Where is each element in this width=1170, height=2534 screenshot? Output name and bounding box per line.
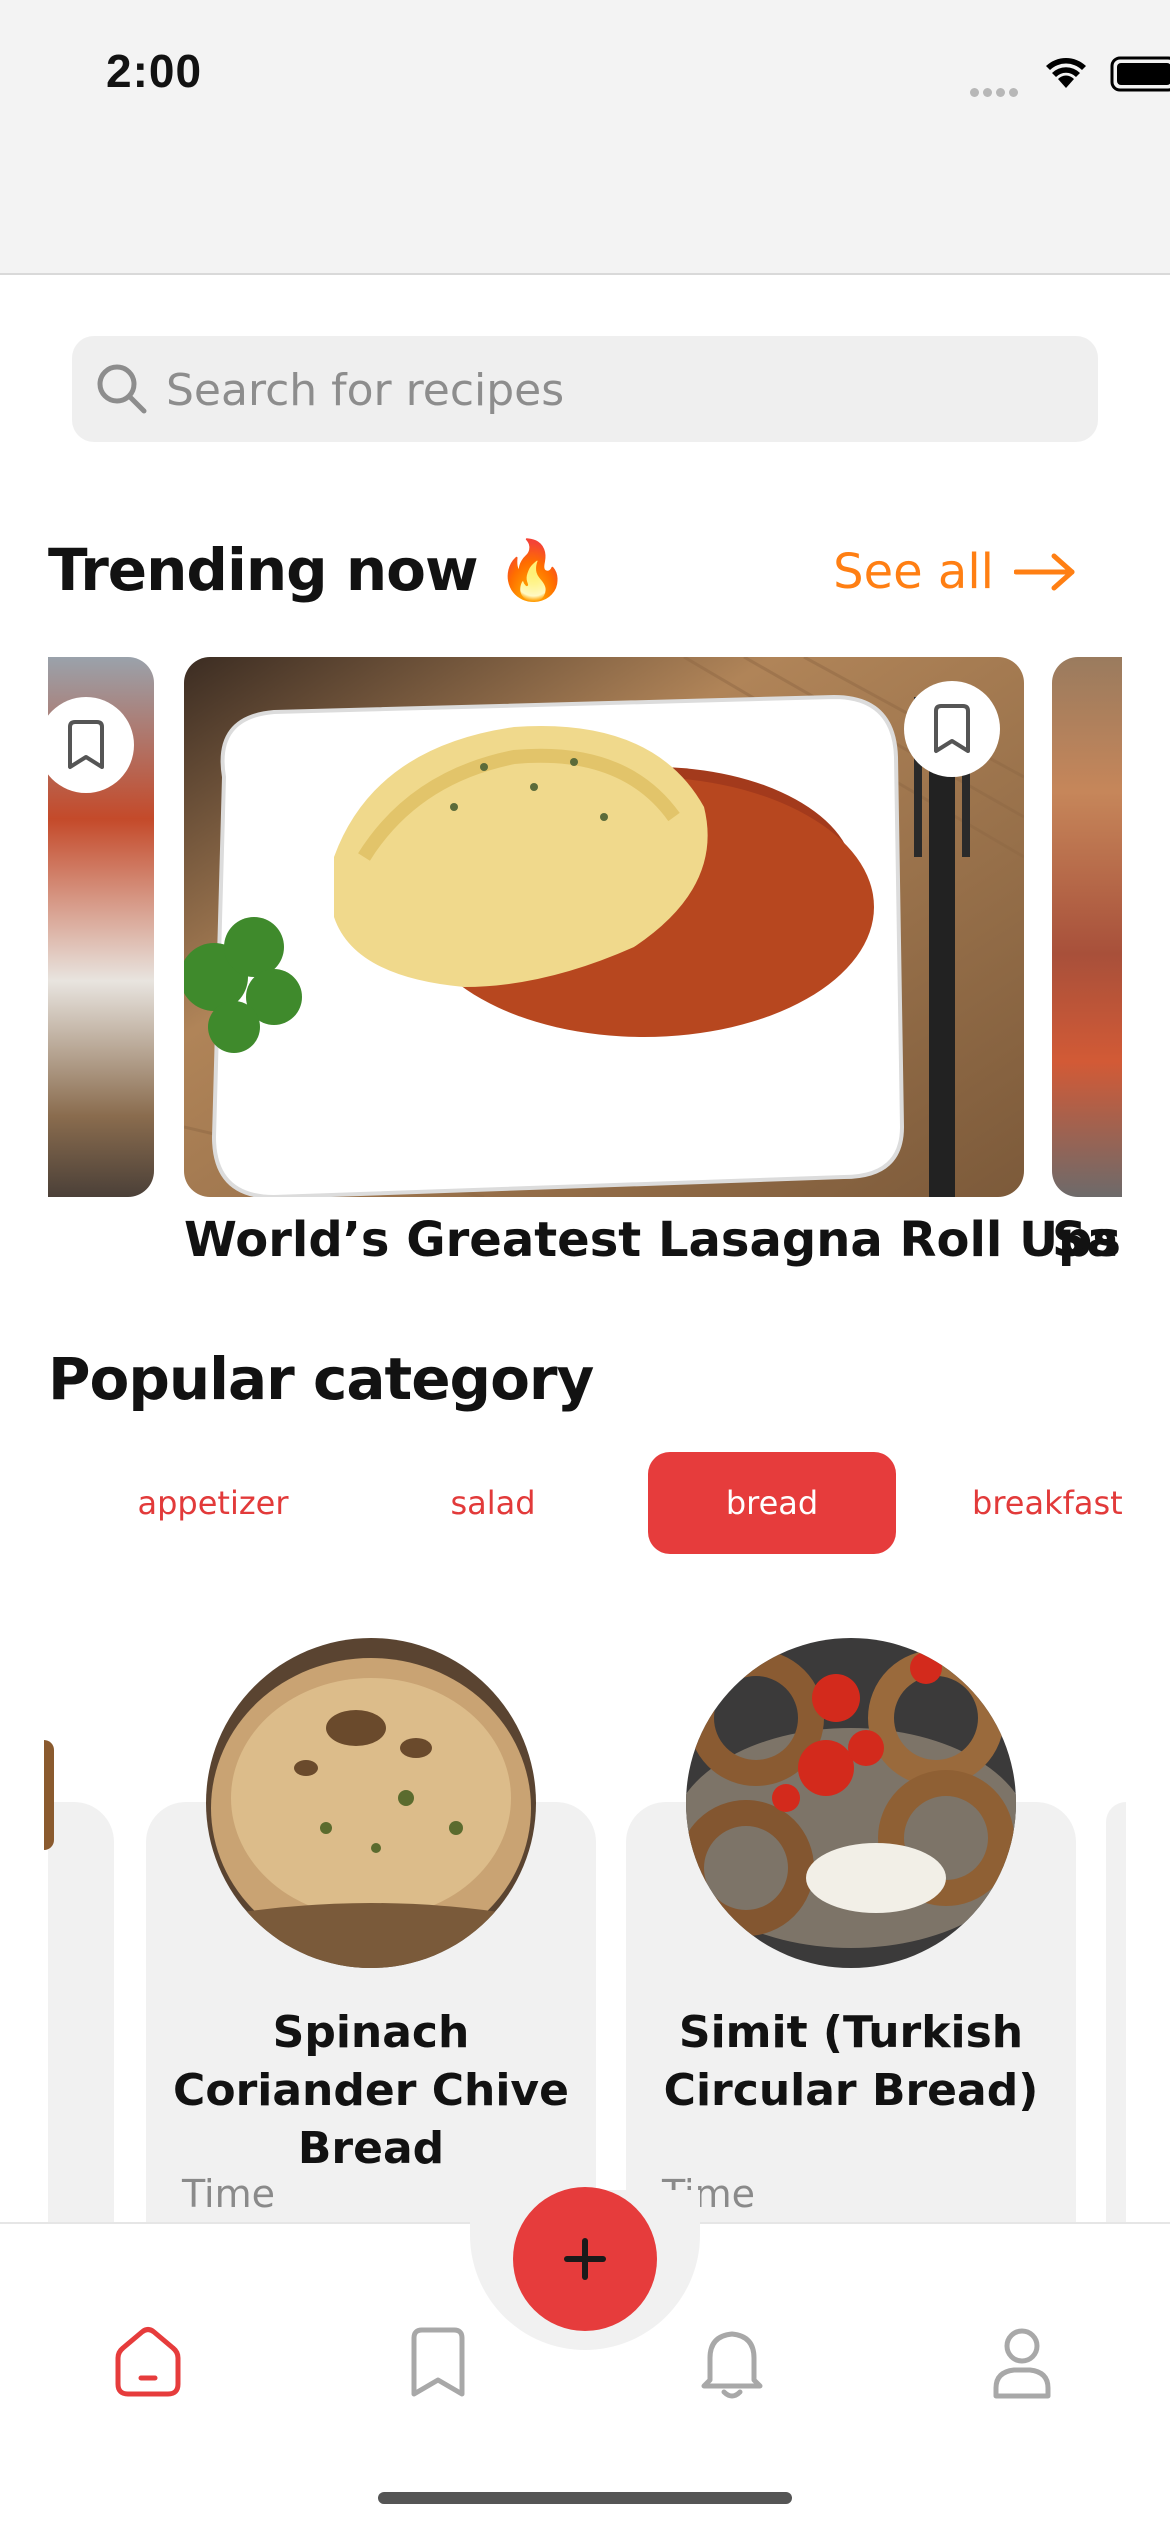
- tab-saved[interactable]: [398, 2322, 478, 2402]
- bell-icon: [701, 2331, 763, 2399]
- bookmark-button[interactable]: [48, 697, 134, 793]
- see-all-label: See all: [833, 544, 994, 600]
- wifi-icon: [1046, 58, 1086, 88]
- tab-home[interactable]: [108, 2322, 188, 2402]
- status-time: 2:00: [106, 45, 203, 97]
- chip-breakfast[interactable]: breakfast: [972, 1452, 1122, 1554]
- plus-icon: [564, 2238, 606, 2280]
- recipe-card-next[interactable]: [1106, 1802, 1126, 2222]
- recipe-card-prev[interactable]: [48, 1802, 114, 2222]
- bookmark-icon: [934, 704, 970, 753]
- popular-title: Popular category: [48, 1345, 594, 1413]
- see-all-link[interactable]: See all: [833, 544, 1078, 600]
- status-bar: 2:00: [0, 0, 1170, 275]
- recipe-time-label: Time: [182, 2172, 275, 2216]
- home-indicator: [378, 2492, 792, 2504]
- bookmark-button[interactable]: [904, 681, 1000, 777]
- recipe-title: Simit (Turkish Circular Bread): [663, 2007, 1039, 2116]
- bookmark-icon: [68, 720, 104, 769]
- bookmark-icon: [411, 2327, 465, 2397]
- recipe-title: Spinach Coriander Chive Bread: [173, 2007, 569, 2174]
- arrow-right-icon: [1014, 553, 1075, 591]
- trending-title: Trending now 🔥: [48, 536, 569, 604]
- recipe-image-prev: [44, 1740, 54, 1850]
- search-input[interactable]: [164, 352, 1068, 428]
- bread-image: [206, 1638, 536, 1968]
- tab-notifications[interactable]: [692, 2322, 772, 2402]
- trending-caption[interactable]: World’s Greatest Lasagna Roll Ups: [184, 1212, 1121, 1268]
- trending-card-next[interactable]: [1052, 657, 1122, 1197]
- profile-icon: [993, 2328, 1051, 2399]
- trending-card[interactable]: [184, 657, 1024, 1197]
- chip-bread[interactable]: bread: [648, 1452, 896, 1554]
- simit-image: [686, 1638, 1016, 1968]
- signal-icon: [970, 82, 1022, 101]
- trending-caption-next[interactable]: Sau: [1052, 1212, 1122, 1268]
- trending-card-prev[interactable]: [48, 657, 154, 1197]
- chip-appetizer[interactable]: appetizer: [128, 1452, 298, 1554]
- tab-profile[interactable]: [982, 2322, 1062, 2402]
- add-recipe-button[interactable]: [513, 2187, 657, 2331]
- home-icon: [115, 2327, 181, 2397]
- lasagna-image: [184, 657, 1024, 1197]
- battery-icon: [1110, 56, 1170, 92]
- search-icon: [97, 364, 147, 414]
- search-bar[interactable]: [72, 336, 1098, 442]
- chip-salad[interactable]: salad: [420, 1452, 566, 1554]
